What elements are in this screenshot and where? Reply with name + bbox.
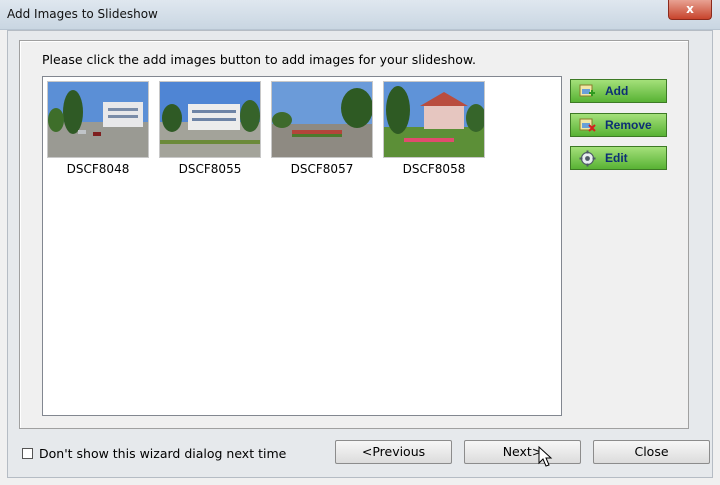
add-button-label: Add [605,84,629,98]
add-button[interactable]: Add [570,79,667,103]
close-button[interactable]: Close [593,440,710,464]
dont-show-checkbox-label[interactable]: Don't show this wizard dialog next time [39,446,286,461]
remove-image-icon [579,117,596,134]
window-title: Add Images to Slideshow [7,7,158,21]
thumbnail-caption: DSCF8048 [66,162,130,176]
thumbnail-photo [47,81,149,158]
gear-icon [579,150,596,167]
edit-button-label: Edit [605,151,628,165]
image-thumbnail[interactable]: DSCF8055 [159,81,261,176]
dont-show-checkbox[interactable] [22,448,33,459]
thumbnail-photo [383,81,485,158]
image-thumbnail[interactable]: DSCF8057 [271,81,373,176]
mouse-cursor-icon [538,446,553,467]
window-close-button[interactable]: x [668,0,712,20]
thumbnail-photo [159,81,261,158]
remove-button[interactable]: Remove [570,113,667,137]
edit-button[interactable]: Edit [570,146,667,170]
wizard-window: Add Images to Slideshow x Please click t… [0,0,720,485]
thumbnail-caption: DSCF8055 [178,162,242,176]
thumbnail-caption: DSCF8058 [402,162,466,176]
image-thumbnail[interactable]: DSCF8058 [383,81,485,176]
title-bar[interactable]: Add Images to Slideshow x [0,0,720,30]
remove-button-label: Remove [605,118,652,132]
image-thumbnail[interactable]: DSCF8048 [47,81,149,176]
thumbnail-caption: DSCF8057 [290,162,354,176]
previous-button[interactable]: <Previous [335,440,452,464]
instruction-text: Please click the add images button to ad… [42,52,476,67]
image-list[interactable]: DSCF8048 DSCF8055 DSCF8057 DSCF8058 [42,76,562,416]
next-button[interactable]: Next> [464,440,581,464]
add-image-icon [579,83,596,100]
thumbnail-photo [271,81,373,158]
